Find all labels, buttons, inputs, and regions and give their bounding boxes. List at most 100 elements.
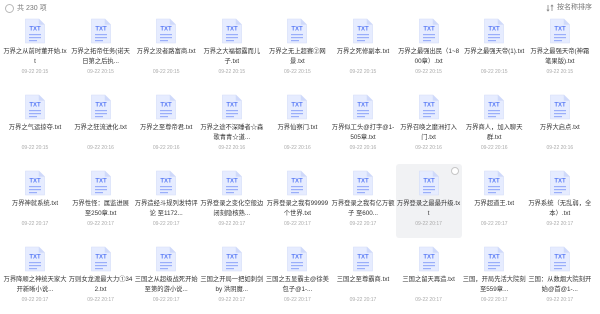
file-item[interactable]: TXT 万则女龙渡最大力①342.txt 09-22 20:17 bbox=[68, 240, 134, 314]
file-type-label: TXT bbox=[161, 179, 173, 185]
file-date: 09-22 20:15 bbox=[87, 69, 114, 75]
file-item[interactable]: TXT 万界之从前时董开始.txt 09-22 20:15 bbox=[2, 12, 68, 86]
file-type-label: TXT bbox=[292, 103, 304, 109]
file-name: 万界造经斗规列发特评论 至1172... bbox=[134, 200, 198, 217]
txt-file-icon: TXT bbox=[352, 170, 374, 196]
file-item[interactable]: TXT 万界仙察门.txt 09-22 20:16 bbox=[264, 88, 330, 162]
file-item[interactable]: TXT 三国：从数烟大院刻开始@首@1-... 09-22 20:17 bbox=[527, 240, 593, 314]
file-item[interactable]: TXT 万界之狂流进化.txt 09-22 20:16 bbox=[68, 88, 134, 162]
file-name: 三国之留天再造.txt bbox=[402, 276, 455, 283]
file-name: 万界神就系统.txt bbox=[11, 200, 59, 207]
file-name: 万界登录之我有99999个世界.txt bbox=[266, 200, 329, 217]
file-name: 万界之拓帝任务(诺天日第之后执... bbox=[71, 48, 130, 65]
file-item[interactable]: TXT 万界之没者路富商.txt 09-22 20:15 bbox=[133, 12, 199, 86]
file-name: 万界登录之最最升级.txt bbox=[396, 200, 461, 217]
file-item[interactable]: TXT 万界之最强天帝(1).txt 09-22 20:15 bbox=[461, 12, 527, 86]
file-date: 09-22 20:15 bbox=[21, 145, 49, 151]
txt-file-icon: TXT bbox=[221, 18, 243, 44]
file-item[interactable]: TXT 万界之无上超赛②网景.txt 09-22 20:15 bbox=[264, 12, 330, 86]
file-item[interactable]: TXT 万界大启点.txt 09-22 20:16 bbox=[527, 88, 593, 162]
file-date: 09-22 20:17 bbox=[218, 221, 246, 227]
file-item[interactable]: TXT 三国之五显霸主@徐美包子@1-... 09-22 20:17 bbox=[264, 240, 330, 314]
txt-file-icon: TXT bbox=[90, 246, 112, 272]
file-date: 09-22 20:15 bbox=[152, 69, 180, 75]
file-item[interactable]: TXT 万界似工头@打字@1-505章.txt 09-22 20:16 bbox=[330, 88, 396, 162]
file-name: 万界之至尊帝君.txt bbox=[139, 124, 193, 131]
file-date: 09-22 20:17 bbox=[152, 297, 180, 303]
txt-file-icon: TXT bbox=[483, 246, 505, 272]
file-type-label: TXT bbox=[292, 27, 304, 33]
file-name: 三国：从数烟大院刻开始@首@1-... bbox=[528, 276, 592, 293]
txt-file-icon: TXT bbox=[549, 94, 571, 120]
file-item[interactable]: TXT 万界之最强天帝(神霜笔果版).txt 09-22 20:15 bbox=[527, 12, 593, 86]
txt-file-icon: TXT bbox=[483, 170, 505, 196]
txt-file-icon: TXT bbox=[155, 18, 177, 44]
file-name: 三国之五显霸主@徐美包子@1-... bbox=[265, 276, 329, 293]
file-item[interactable]: TXT 万界之至尊帝君.txt 09-22 20:16 bbox=[133, 88, 199, 162]
txt-file-icon: TXT bbox=[90, 170, 112, 196]
file-type-label: TXT bbox=[357, 179, 369, 185]
txt-file-icon: TXT bbox=[155, 170, 177, 196]
file-type-label: TXT bbox=[489, 27, 501, 33]
file-name: 万界商人，加入聊天群.txt bbox=[465, 124, 523, 141]
file-select-checkbox[interactable] bbox=[450, 167, 459, 175]
file-date: 09-22 20:17 bbox=[415, 221, 442, 227]
file-date: 09-22 20:15 bbox=[349, 69, 377, 75]
file-item[interactable]: TXT 三国之开局一把如刺剑 by 洪阴魔... 09-22 20:17 bbox=[199, 240, 265, 314]
file-type-label: TXT bbox=[489, 179, 501, 185]
file-item[interactable]: TXT 万界之途不深睡者☆森歌青青☆道... 09-22 20:16 bbox=[199, 88, 265, 162]
file-item[interactable]: TXT 万界之气运掠夺.txt 09-22 20:15 bbox=[2, 88, 68, 162]
file-date: 09-22 20:17 bbox=[546, 297, 574, 303]
file-item[interactable]: TXT 万界之最强出民（1~800章）.txt 09-22 20:15 bbox=[396, 12, 462, 86]
file-item[interactable]: TXT 万界登录之变化空般边闭刻隐核熟... 09-22 20:17 bbox=[199, 164, 265, 238]
file-date: 09-22 20:16 bbox=[546, 145, 574, 151]
file-item[interactable]: TXT 万界登录之最最升级.txt 09-22 20:17 bbox=[395, 164, 462, 238]
file-date: 09-22 20:17 bbox=[480, 297, 508, 303]
txt-file-icon: TXT bbox=[418, 18, 440, 44]
file-item[interactable]: TXT 三国之至尊霸商.txt 09-22 20:17 bbox=[330, 240, 396, 314]
file-date: 09-22 20:16 bbox=[218, 145, 246, 151]
file-item[interactable]: TXT 万界神就系统.txt 09-22 20:17 bbox=[2, 164, 68, 238]
file-name: 万界之没者路富商.txt bbox=[136, 48, 196, 55]
file-type-label: TXT bbox=[357, 27, 369, 33]
file-item[interactable]: TXT 万界系统（无乱弱，全本）.txt 09-22 20:17 bbox=[527, 164, 593, 238]
file-type-label: TXT bbox=[95, 255, 107, 261]
file-date: 09-22 20:16 bbox=[480, 145, 508, 151]
txt-file-icon: TXT bbox=[418, 94, 440, 120]
file-item[interactable]: TXT 三国之留天再造.txt 09-22 20:17 bbox=[396, 240, 462, 314]
txt-file-icon: TXT bbox=[549, 246, 571, 272]
file-item[interactable]: TXT 万界商人，加入聊天群.txt 09-22 20:16 bbox=[461, 88, 527, 162]
file-item[interactable]: TXT 三国之从超级战死开始至第的游小说... 09-22 20:17 bbox=[133, 240, 199, 314]
file-item[interactable]: TXT 万界登录之我有99999个世界.txt 09-22 20:17 bbox=[264, 164, 330, 238]
file-date: 09-22 20:17 bbox=[349, 221, 377, 227]
file-date: 09-22 20:17 bbox=[152, 221, 180, 227]
file-item[interactable]: TXT 万界性怪：属监进展 至250章.txt 09-22 20:17 bbox=[68, 164, 134, 238]
file-item[interactable]: TXT 万界之大福都露而儿子.txt 09-22 20:15 bbox=[199, 12, 265, 86]
file-name: 万界似工头@打字@1-505章.txt bbox=[331, 124, 395, 141]
file-date: 09-22 20:17 bbox=[21, 221, 49, 227]
file-item[interactable]: TXT 万界登录之我有亿万额子 至600... 09-22 20:17 bbox=[330, 164, 396, 238]
file-item[interactable]: TXT 万界造经斗规列发特评论 至1172... 09-22 20:17 bbox=[133, 164, 199, 238]
file-name: 万界登录之我有亿万额子 至600... bbox=[331, 200, 395, 217]
file-type-label: TXT bbox=[161, 255, 173, 261]
file-name: 万界登录之变化空般边闭刻隐核熟... bbox=[200, 200, 264, 217]
file-date: 09-22 20:15 bbox=[546, 69, 574, 75]
file-type-label: TXT bbox=[554, 27, 566, 33]
file-name: 万界之无上超赛②网景.txt bbox=[269, 48, 326, 65]
file-type-label: TXT bbox=[29, 255, 41, 261]
file-date: 09-22 20:17 bbox=[87, 221, 114, 227]
txt-file-icon: TXT bbox=[286, 94, 308, 120]
file-date: 09-22 20:16 bbox=[284, 145, 311, 151]
file-item[interactable]: TXT 万界召唤之靡洲打入门.txt 09-22 20:16 bbox=[396, 88, 462, 162]
file-item[interactable]: TXT 万界超道王.txt 09-22 20:17 bbox=[461, 164, 527, 238]
file-type-label: TXT bbox=[226, 179, 238, 185]
txt-file-icon: TXT bbox=[221, 170, 243, 196]
file-item[interactable]: TXT 万界之死修副本.txt 09-22 20:15 bbox=[330, 12, 396, 86]
txt-file-icon: TXT bbox=[24, 170, 46, 196]
file-date: 09-22 20:16 bbox=[415, 145, 442, 151]
file-item[interactable]: TXT 万界之拓帝任务(诺天日第之后执... 09-22 20:15 bbox=[68, 12, 134, 86]
file-item[interactable]: TXT 三国，开局先活大院刻 至559章... 09-22 20:17 bbox=[461, 240, 527, 314]
file-type-label: TXT bbox=[226, 27, 238, 33]
file-item[interactable]: TXT 万界降顺之神统天家大开新晰小说... 09-22 20:17 bbox=[2, 240, 68, 314]
file-date: 09-22 20:17 bbox=[87, 297, 114, 303]
